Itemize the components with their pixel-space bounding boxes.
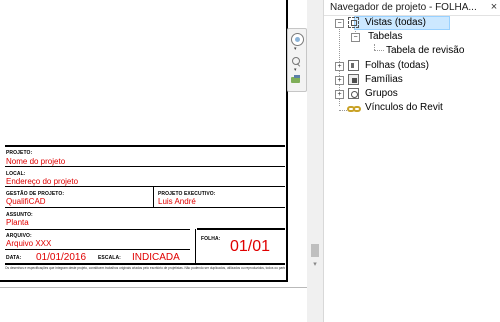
titleblock-line — [5, 229, 190, 230]
scrollbar-thumb[interactable] — [311, 244, 319, 257]
projeto-value: Nome do projeto — [6, 157, 66, 166]
arquivo-value: Arquivo XXX — [6, 239, 52, 248]
titleblock-line — [5, 186, 285, 187]
tree-item-label: Grupos — [365, 88, 398, 99]
footnote-text: Os desenhos e especificações que integra… — [5, 266, 285, 270]
tree-item-folhas[interactable]: Folhas (todas) — [324, 59, 500, 72]
canvas-bottom-area — [0, 310, 307, 322]
titleblock-line — [197, 228, 285, 230]
gestao-value: QualifiCAD — [6, 197, 46, 206]
folha-label: FOLHA: — [201, 236, 221, 242]
tree-item-familias[interactable]: Famílias — [324, 73, 500, 86]
sheet-border-bottom — [0, 280, 288, 282]
data-label: DATA: — [6, 255, 22, 261]
tree-item-tabelas[interactable]: Tabelas — [324, 30, 500, 43]
close-icon[interactable]: × — [488, 0, 500, 14]
executivo-value: Luis André — [158, 197, 196, 206]
drawing-canvas[interactable]: PROJETO: Nome do projeto LOCAL: Endereço… — [0, 0, 307, 310]
assunto-value: Planta — [6, 218, 29, 227]
tree-item-label: Tabela de revisão — [386, 45, 465, 56]
tree-item-label: Folhas (todas) — [365, 60, 429, 71]
titleblock-line — [5, 249, 190, 250]
data-value: 01/01/2016 — [36, 252, 87, 263]
navigation-bar[interactable]: ▾ ▾ — [287, 28, 307, 92]
project-browser-header: Navegador de projeto - FOLHA... × — [324, 0, 500, 16]
chevron-down-icon[interactable]: ▾ — [294, 47, 297, 52]
tree-item-label: Vistas (todas) — [365, 17, 426, 28]
project-browser-title: Navegador de projeto - FOLHA... — [330, 2, 477, 13]
tree-item-vistas[interactable]: Vistas (todas) — [324, 16, 500, 29]
projeto-label: PROJETO: — [6, 150, 33, 156]
tree-item-grupos[interactable]: Grupos — [324, 87, 500, 100]
local-value: Endereço do projeto — [6, 177, 79, 186]
vertical-scrollbar[interactable]: ▾ — [307, 0, 323, 322]
tree-item-label: Vínculos do Revit — [365, 102, 443, 113]
sheet-shadow-line — [0, 287, 307, 288]
titleblock-line — [5, 166, 285, 167]
folha-value: 01/01 — [230, 238, 271, 255]
project-browser: Navegador de projeto - FOLHA... × − Vist… — [323, 0, 500, 322]
tree-item-tabela-revisao[interactable]: Tabela de revisão — [324, 44, 500, 57]
escala-value: INDICADA — [132, 252, 180, 263]
steering-wheel-icon[interactable] — [291, 33, 304, 46]
pan-icon[interactable] — [291, 75, 302, 85]
escala-label: ESCALA: — [98, 255, 121, 261]
tree-item-label: Tabelas — [368, 31, 403, 42]
tree-item-vinculos[interactable]: Vínculos do Revit — [324, 101, 500, 114]
titleblock-line — [5, 207, 285, 208]
zoom-icon[interactable] — [291, 57, 302, 67]
chevron-down-icon[interactable]: ▾ — [294, 68, 297, 73]
titleblock-divider — [153, 187, 154, 207]
titleblock-divider — [195, 229, 196, 263]
titleblock-top-line — [5, 145, 285, 147]
scroll-down-arrow-icon[interactable]: ▾ — [311, 261, 319, 269]
titleblock-line — [5, 263, 285, 265]
tree-item-label: Famílias — [365, 74, 403, 85]
